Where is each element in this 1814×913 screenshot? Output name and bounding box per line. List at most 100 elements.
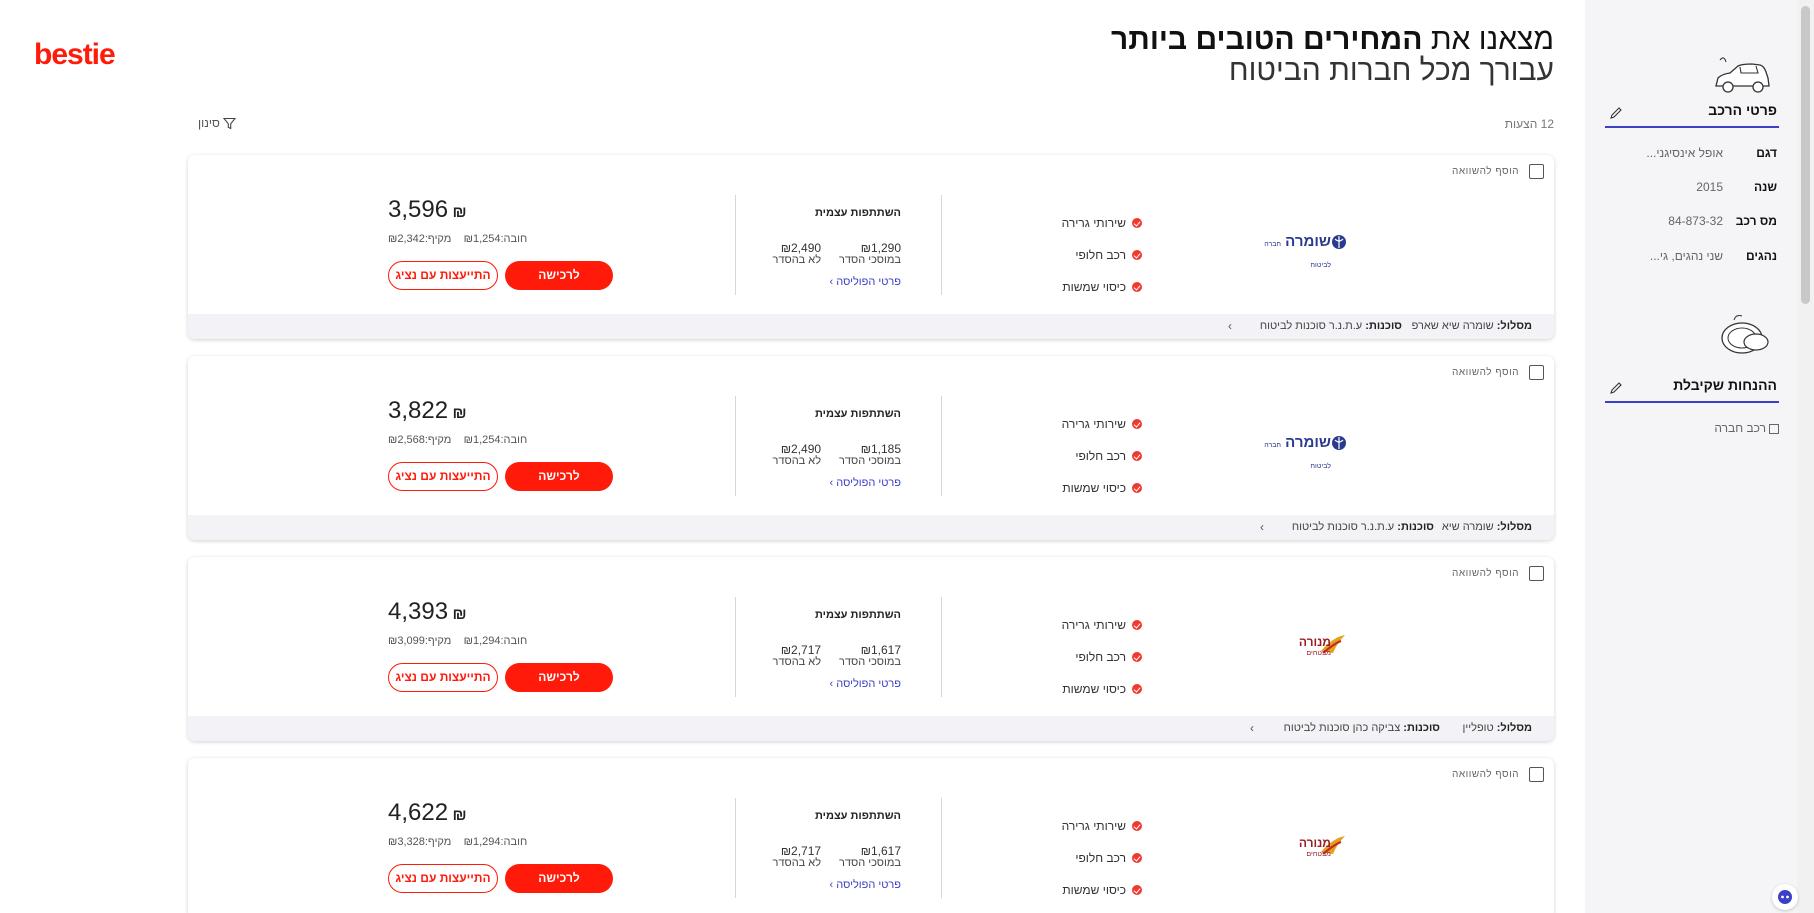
agency-info: סוכנות: ע.ת.נ.ר סוכנות לביטוח [1259, 320, 1402, 332]
price: 4,622 ₪ [388, 799, 588, 827]
edit-vehicle-pencil-icon[interactable] [1609, 106, 1623, 120]
add-to-compare[interactable]: הוסף להשוואה [1452, 164, 1544, 179]
compare-checkbox[interactable] [1529, 365, 1544, 380]
price: 3,822 ₪ [388, 397, 588, 425]
price-value: 4,622 [388, 799, 449, 826]
track-info: מסלול: שומרה שיא [1441, 521, 1532, 533]
deductible-out-network-value: ₪2,490 [780, 442, 822, 456]
coins-icon [1721, 315, 1769, 354]
policy-details-link[interactable]: פרטי הפוליסה › [721, 879, 902, 891]
coverage-item: שירותי גרירה [992, 207, 1142, 239]
check-icon [1132, 419, 1142, 429]
vehicle-details-title: פרטי הרכב [1708, 102, 1777, 118]
coverage-item: רכב חלופי [992, 440, 1142, 472]
coverage-item: שירותי גרירה [992, 609, 1142, 641]
buy-button[interactable]: לרכישה [505, 864, 613, 893]
consult-agent-button[interactable]: התייעצות עם נציג [388, 462, 498, 491]
add-to-compare[interactable]: הוסף להשוואה [1452, 566, 1544, 581]
divider [941, 396, 942, 496]
coverage-item: כיסוי שמשות [992, 673, 1142, 705]
offers-count: 12 הצעות [1504, 117, 1554, 131]
deductible-in-network-value: ₪1,185 [860, 442, 901, 456]
deductible-in-network: ₪1,290 במוסכי הסדר [839, 241, 901, 266]
chevron-left-icon[interactable]: › [1228, 319, 1232, 333]
offer-card: הוסף להשוואה מנורה מבטחים שירותי גרירה רכ… [188, 758, 1554, 913]
coverage-item: רכב חלופי [992, 239, 1142, 271]
deductible-in-network-value: ₪1,617 [860, 643, 901, 657]
compare-checkbox[interactable] [1529, 164, 1544, 179]
check-icon [1132, 652, 1142, 662]
deductibles-block: השתתפות עצמית ₪1,290 במוסכי הסדר ₪2,490 … [721, 207, 901, 288]
deductible-in-network-value: ₪1,290 [860, 241, 901, 255]
insurer-logo: מנורה מבטחים [1249, 633, 1349, 657]
consult-agent-button[interactable]: התייעצות עם נציג [388, 261, 498, 290]
consult-agent-button[interactable]: התייעצות עם נציג [388, 663, 498, 692]
spec-value: 84-873-32 [1668, 214, 1723, 228]
compare-checkbox[interactable] [1529, 566, 1544, 581]
chat-bot-button[interactable] [1772, 884, 1798, 910]
buy-button[interactable]: לרכישה [505, 663, 613, 692]
currency-symbol: ₪ [452, 405, 467, 422]
price-value: 3,596 [388, 196, 449, 223]
page-scrollbar[interactable] [1797, 0, 1814, 913]
divider [941, 798, 942, 898]
add-to-compare[interactable]: הוסף להשוואה [1452, 365, 1544, 380]
offer-card: הוסף להשוואה מנורה מבטחים שירותי גרירה רכ… [188, 557, 1554, 741]
spec-row-model: דגם אופל אינסיגני... [1605, 146, 1779, 164]
discounts-title: ההנחות שקיבלת [1673, 377, 1777, 393]
filter-button[interactable]: סינון [198, 116, 236, 130]
title-subline: עבורך מכל חברות הביטוח [1228, 54, 1554, 87]
offer-footer[interactable]: מסלול: שומרה שיא שארפ סוכנות: ע.ת.נ.ר סו… [188, 314, 1554, 339]
offer-footer[interactable]: מסלול: שומרה שיא סוכנות: ע.ת.נ.ר סוכנות … [188, 515, 1554, 540]
check-icon [1132, 620, 1142, 630]
buy-button[interactable]: לרכישה [505, 462, 613, 491]
discount-label: רכב חברה [1714, 421, 1766, 435]
consult-agent-button[interactable]: התייעצות עם נציג [388, 864, 498, 893]
chat-bot-icon [1778, 890, 1792, 904]
add-to-compare[interactable]: הוסף להשוואה [1452, 767, 1544, 782]
price: 4,393 ₪ [388, 598, 588, 626]
check-icon [1132, 483, 1142, 493]
policy-details-link[interactable]: פרטי הפוליסה › [721, 276, 902, 288]
buy-button[interactable]: לרכישה [505, 261, 613, 290]
spec-key: דגם [1756, 146, 1777, 160]
deductible-in-network-label: במוסכי הסדר [839, 656, 901, 668]
filter-icon [222, 117, 236, 129]
deductible-out-network: ₪2,717 לא בהסדר [773, 844, 822, 869]
chevron-left-icon[interactable]: › [1260, 520, 1264, 534]
check-icon [1132, 250, 1142, 260]
deductibles-title: השתתפות עצמית [814, 408, 901, 420]
scrollbar-thumb[interactable] [1801, 6, 1810, 304]
page-title: מצאנו את המחירים הטובים ביותר עבורך מכל … [1000, 24, 1554, 86]
edit-discounts-pencil-icon[interactable] [1609, 381, 1623, 395]
coverage-item: רכב חלופי [992, 641, 1142, 673]
currency-symbol: ₪ [452, 807, 467, 824]
bestie-logo[interactable]: bestie [34, 38, 116, 72]
vehicle-details-header: פרטי הרכב [1605, 100, 1779, 128]
deductibles-block: השתתפות עצמית ₪1,185 במוסכי הסדר ₪2,490 … [721, 408, 901, 489]
coverage-label: רכב חלופי [1075, 851, 1126, 865]
policy-details-link[interactable]: פרטי הפוליסה › [721, 678, 902, 690]
chevron-left-icon[interactable]: › [1250, 721, 1254, 735]
compare-checkbox[interactable] [1529, 767, 1544, 782]
discount-item: רכב חברה [1605, 421, 1779, 435]
spec-value: שני נהגים, גי... [1649, 249, 1723, 263]
coverage-label: כיסוי שמשות [1062, 280, 1126, 294]
deductible-out-network-value: ₪2,717 [780, 844, 822, 858]
check-icon [1132, 885, 1142, 895]
deductible-out-network: ₪2,717 לא בהסדר [773, 643, 822, 668]
compare-label: הוסף להשוואה [1452, 367, 1519, 378]
track-info: מסלול: טופליין [1462, 722, 1532, 734]
currency-symbol: ₪ [452, 606, 467, 623]
deductible-out-network-value: ₪2,490 [780, 241, 822, 255]
deductible-out-network-label: לא בהסדר [772, 857, 822, 869]
offer-card: הוסף להשוואה שומרה חברה לביטוח שירותי גר… [188, 155, 1554, 339]
offer-footer[interactable]: מסלול: טופליין סוכנות: צביקה כהן סוכנות … [188, 716, 1554, 741]
details-sidebar [1585, 0, 1797, 913]
policy-details-link[interactable]: פרטי הפוליסה › [721, 477, 902, 489]
insurer-logo: מנורה מבטחים [1249, 834, 1349, 858]
deductible-out-network-value: ₪2,717 [780, 643, 822, 657]
deductibles-block: השתתפות עצמית ₪1,617 במוסכי הסדר ₪2,717 … [721, 609, 901, 690]
spec-row-year: שנה 2015 [1605, 180, 1779, 198]
insurer-name: שומרה [1285, 434, 1331, 451]
